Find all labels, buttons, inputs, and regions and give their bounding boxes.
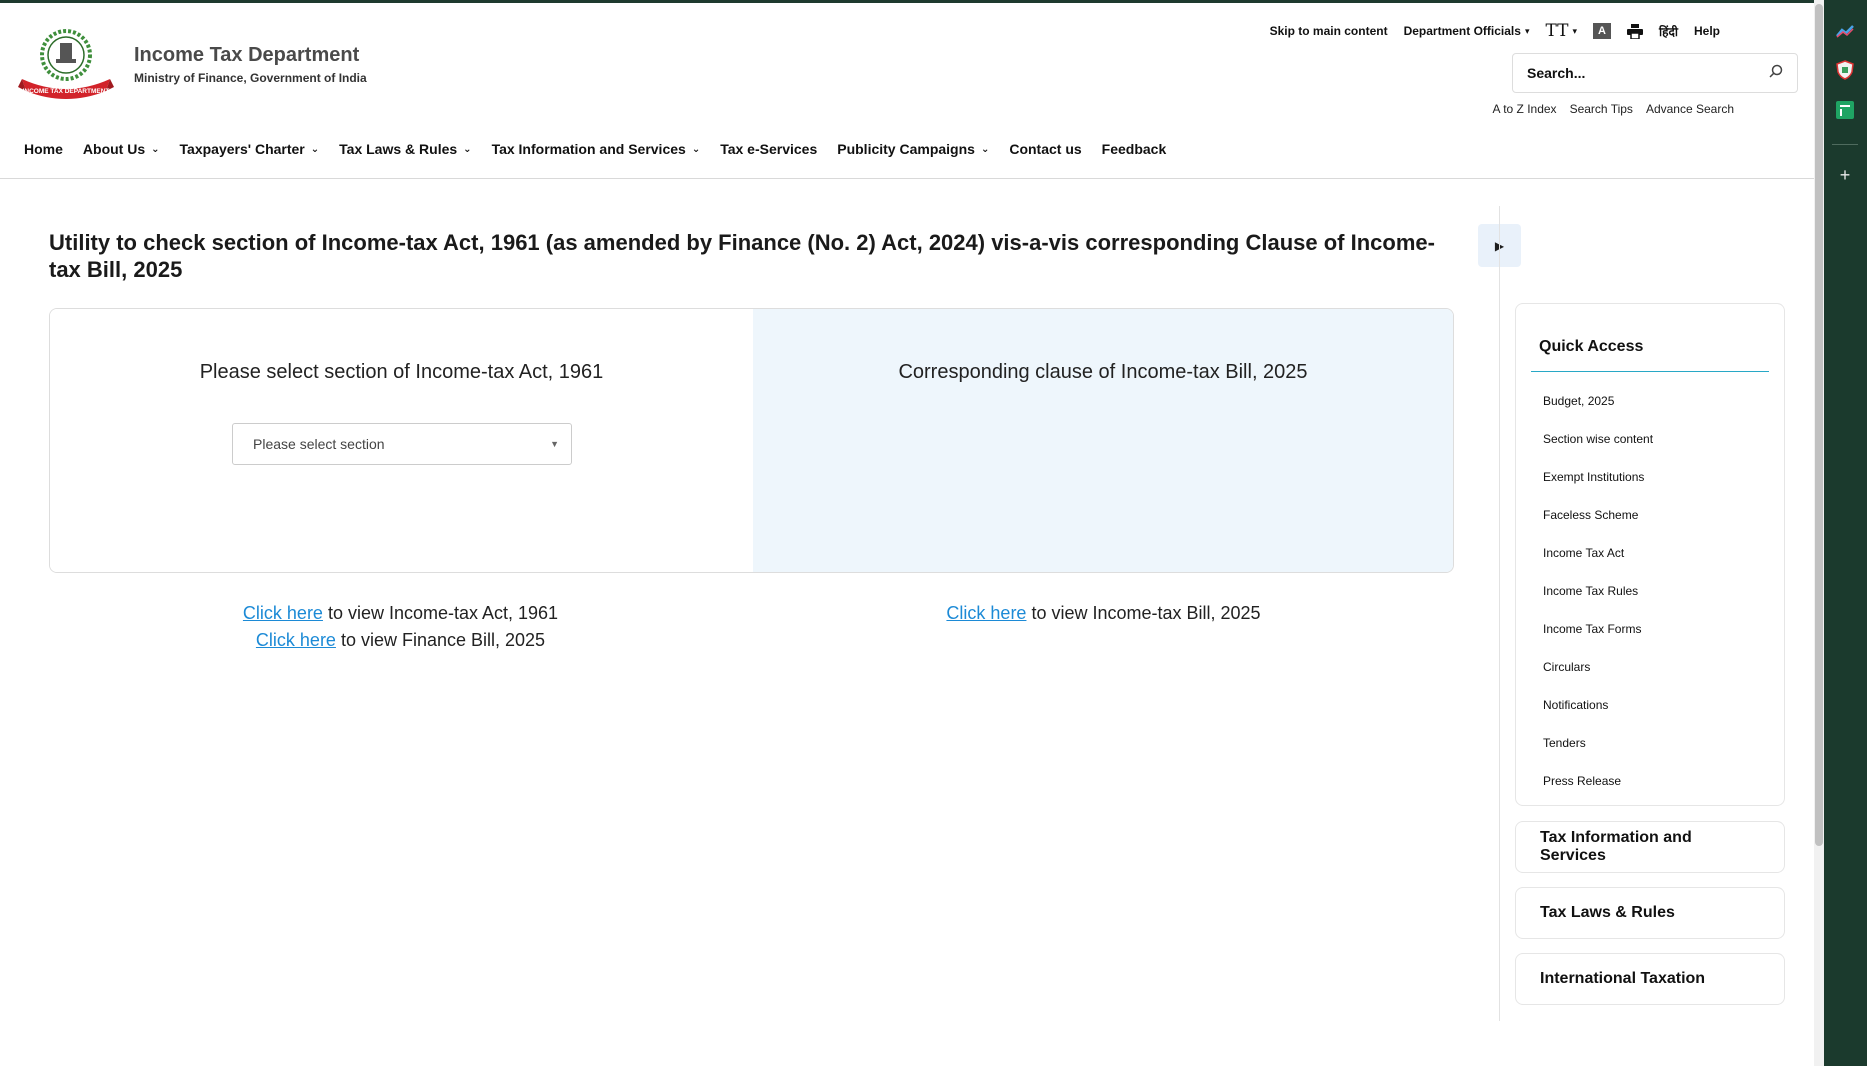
view-act-line: Click here to view Income-tax Act, 1961 — [49, 600, 752, 627]
nav-item-publicity-campaigns[interactable]: Publicity Campaigns ⌄ — [837, 141, 989, 157]
text-size-icon: TT — [1545, 21, 1569, 41]
nav-label: About Us — [82, 141, 146, 157]
quick-access-item-exempt-institutions[interactable]: Exempt Institutions — [1531, 458, 1769, 496]
search-tips-link[interactable]: Search Tips — [1570, 102, 1633, 116]
act-section-heading: Please select section of Income-tax Act,… — [199, 361, 604, 383]
skip-to-main-link[interactable]: Skip to main content — [1270, 24, 1388, 38]
browser-side-panel — [1824, 0, 1867, 1066]
view-act-text: to view Income-tax Act, 1961 — [322, 603, 559, 623]
nav-item-contact-us[interactable]: Contact us — [1009, 141, 1081, 157]
view-finance-bill-link[interactable]: Click here — [256, 630, 336, 650]
quick-access-item-faceless-scheme[interactable]: Faceless Scheme — [1531, 496, 1769, 534]
search-icon[interactable] — [1769, 64, 1783, 83]
nav-label: Feedback — [1101, 141, 1167, 157]
utility-bar: Skip to main content Department Official… — [1270, 21, 1720, 41]
view-bill-text: to view Income-tax Bill, 2025 — [1026, 603, 1261, 623]
site-logo[interactable]: INCOME TAX DEPARTMENT Income Tax Departm… — [18, 29, 367, 99]
nav-label: Publicity Campaigns — [837, 141, 975, 157]
quick-access-item-income-tax-forms[interactable]: Income Tax Forms — [1531, 610, 1769, 648]
chevron-down-icon: ⌄ — [310, 143, 320, 155]
view-finance-bill-text: to view Finance Bill, 2025 — [335, 630, 546, 650]
nav-label: Tax Laws & Rules — [339, 141, 458, 157]
quick-access-item-income-tax-act[interactable]: Income Tax Act — [1531, 534, 1769, 572]
page-title: Utility to check section of Income-tax A… — [49, 230, 1435, 282]
caret-down-icon: ▾ — [1524, 25, 1530, 36]
act-section-panel: Please select section of Income-tax Act,… — [50, 309, 753, 572]
bill-clause-panel: Corresponding clause of Income-tax Bill,… — [753, 309, 1453, 572]
nav-item-home[interactable]: Home — [24, 141, 63, 157]
side-panel-separator — [1832, 144, 1858, 145]
main-nav: Home About Us ⌄ Taxpayers' Charter ⌄ Tax L… — [24, 141, 1166, 157]
quick-access-title: Quick Access — [1539, 338, 1644, 355]
search-links: A to Z Index Search Tips Advance Search — [1493, 102, 1734, 116]
brand-block: Income Tax Department Ministry of Financ… — [134, 44, 367, 85]
nav-label: Contact us — [1009, 141, 1082, 157]
quick-access-list: Budget, 2025 Section wise content Exempt… — [1531, 382, 1769, 800]
nav-label: Tax e-Services — [720, 141, 818, 157]
quick-access-card: Quick Access Budget, 2025 Section wise c… — [1515, 303, 1785, 806]
bill-links: Click here to view Income-tax Bill, 2025 — [752, 600, 1455, 627]
nav-item-tax-laws-rules[interactable]: Tax Laws & Rules ⌄ — [339, 141, 471, 157]
quick-access-item-tenders[interactable]: Tenders — [1531, 724, 1769, 762]
nav-label: Home — [24, 141, 63, 157]
view-income-tax-bill-link[interactable]: Click here — [946, 603, 1026, 623]
department-officials-dropdown[interactable]: Department Officials ▾ — [1404, 24, 1530, 38]
chevron-down-icon: ⌄ — [980, 143, 990, 155]
search-input[interactable] — [1527, 65, 1769, 81]
help-link[interactable]: Help — [1694, 24, 1720, 38]
quick-access-item-press-release[interactable]: Press Release — [1531, 762, 1769, 800]
chevron-down-icon: ⌄ — [463, 143, 472, 155]
nav-item-feedback[interactable]: Feedback — [1102, 141, 1167, 157]
search-box — [1512, 53, 1798, 93]
section-select-value: Please select section — [253, 436, 385, 452]
sheets-extension-icon[interactable] — [1834, 99, 1856, 121]
sidebar-card-tax-laws-rules[interactable]: Tax Laws & Rules — [1515, 887, 1785, 939]
caret-down-icon: ▾ — [1572, 25, 1578, 36]
header-divider — [0, 178, 1814, 179]
text-size-dropdown[interactable]: TT ▾ — [1545, 21, 1577, 41]
nav-label: Tax Information and Services — [491, 141, 686, 157]
section-select[interactable]: Please select section ▼ — [232, 423, 572, 465]
view-finance-bill-line: Click here to view Finance Bill, 2025 — [49, 627, 752, 654]
site-subtitle: Ministry of Finance, Government of India — [134, 70, 367, 85]
nav-item-taxpayers-charter[interactable]: Taxpayers' Charter ⌄ — [180, 141, 320, 157]
dropdown-arrow-icon: ▼ — [550, 439, 559, 449]
sidebar-divider — [1499, 206, 1500, 1021]
chevron-down-icon: ⌄ — [691, 143, 701, 155]
sidebar-card-tax-information-services[interactable]: Tax Information and Services — [1515, 821, 1785, 873]
quick-access-item-notifications[interactable]: Notifications — [1531, 686, 1769, 724]
section-mapping-panel: Please select section of Income-tax Act,… — [49, 308, 1454, 573]
nav-label: Taxpayers' Charter — [179, 141, 305, 157]
hindi-language-link[interactable]: हिंदी — [1659, 23, 1678, 40]
act-links: Click here to view Income-tax Act, 1961 … — [49, 600, 752, 654]
web-page: INCOME TAX DEPARTMENT Income Tax Departm… — [0, 0, 1814, 1066]
print-icon[interactable] — [1627, 23, 1644, 39]
quick-access-item-income-tax-rules[interactable]: Income Tax Rules — [1531, 572, 1769, 610]
sidebar-card-international-taxation[interactable]: International Taxation — [1515, 953, 1785, 1005]
bill-clause-heading: Corresponding clause of Income-tax Bill,… — [898, 361, 1308, 383]
quick-access-item-budget[interactable]: Budget, 2025 — [1531, 382, 1769, 420]
site-title: Income Tax Department — [134, 43, 360, 66]
a-to-z-index-link[interactable]: A to Z Index — [1493, 102, 1557, 116]
view-income-tax-act-link[interactable]: Click here — [243, 603, 323, 623]
quick-access-item-circulars[interactable]: Circulars — [1531, 648, 1769, 686]
analytics-extension-icon[interactable] — [1834, 20, 1856, 42]
logo-ribbon-text: INCOME TAX DEPARTMENT — [23, 88, 110, 95]
quick-access-item-section-wise-content[interactable]: Section wise content — [1531, 420, 1769, 458]
view-bill-line: Click here to view Income-tax Bill, 2025 — [752, 600, 1455, 627]
quick-access-underline — [1531, 371, 1769, 372]
add-icon[interactable]: + — [1834, 164, 1856, 186]
nav-item-tax-e-services[interactable]: Tax e-Services — [720, 141, 817, 157]
nav-item-about-us[interactable]: About Us ⌄ — [83, 141, 160, 157]
chevron-down-icon: ⌄ — [151, 143, 160, 155]
contrast-toggle-icon[interactable]: A — [1593, 23, 1612, 39]
page-scrollbar-thumb[interactable] — [1815, 4, 1823, 846]
advance-search-link[interactable]: Advance Search — [1646, 102, 1734, 116]
shield-extension-icon[interactable] — [1834, 59, 1856, 81]
income-tax-emblem-icon: INCOME TAX DEPARTMENT — [18, 29, 114, 99]
department-officials-label: Department Officials — [1403, 24, 1521, 38]
nav-item-tax-information-services[interactable]: Tax Information and Services ⌄ — [492, 141, 701, 157]
